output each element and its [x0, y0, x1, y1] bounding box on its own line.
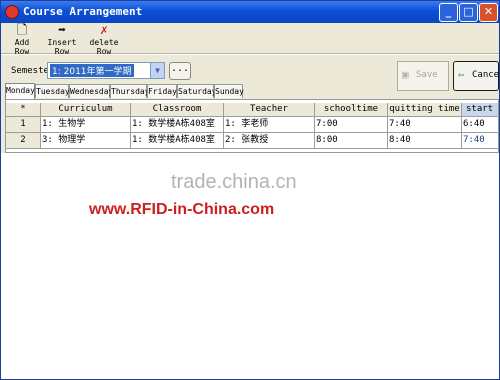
- table-cell[interactable]: 7:40: [462, 133, 498, 149]
- cell-text: 1: 生物学: [42, 119, 86, 129]
- schedule-grid[interactable]: * Curriculum Classroom Teacher schooltim…: [5, 99, 499, 153]
- insert-arrow-icon: ➡: [58, 23, 66, 38]
- cell-text: 7:00: [316, 119, 338, 129]
- column-header-schooltime[interactable]: schooltime: [315, 103, 388, 117]
- row-number[interactable]: 1: [6, 117, 41, 133]
- table-cell[interactable]: 1: 数学楼A栋408室: [131, 117, 224, 133]
- toolbar: 🗋 Add Row ➡ Insert Row ✗ delete Row: [1, 23, 499, 57]
- new-page-icon: 🗋: [16, 23, 28, 38]
- watermark-site: trade.china.cn: [171, 171, 297, 193]
- row-header-column: *: [6, 103, 41, 117]
- column-header-quitting-time[interactable]: quitting time: [388, 103, 462, 117]
- cancel-button[interactable]: ⇦ Cancel: [453, 61, 499, 91]
- table-cell[interactable]: 3: 物理学: [41, 133, 131, 149]
- table-cell[interactable]: 1: 生物学: [41, 117, 131, 133]
- save-button[interactable]: ▣ Save: [397, 61, 449, 91]
- cell-text: 2: 张教授: [225, 135, 269, 145]
- column-header-teacher[interactable]: Teacher: [224, 103, 315, 117]
- table-cell[interactable]: 1: 李老师: [224, 117, 315, 133]
- column-header-classroom[interactable]: Classroom: [131, 103, 224, 117]
- minimize-button[interactable]: _: [439, 3, 458, 22]
- toolbar-divider: [1, 54, 499, 55]
- delete-row-button[interactable]: ✗ delete Row: [84, 23, 124, 57]
- tab-friday[interactable]: Friday: [147, 84, 177, 98]
- tab-saturday[interactable]: Saturday: [177, 84, 217, 98]
- cell-text: 3: 物理学: [42, 135, 86, 145]
- cell-text: 1: 李老师: [225, 119, 269, 129]
- table-cell[interactable]: 8:40: [388, 133, 462, 149]
- window-title: Course Arrangement: [23, 5, 143, 18]
- semester-browse-button[interactable]: ...: [169, 62, 191, 80]
- title-bar[interactable]: Course Arrangement _ □ ✕: [1, 1, 499, 23]
- table-cell[interactable]: 8:00: [315, 133, 388, 149]
- table-cell[interactable]: 7:40: [388, 117, 462, 133]
- tab-wednesday[interactable]: Wednesday: [69, 84, 113, 98]
- tab-thursday[interactable]: Thursday: [110, 84, 150, 98]
- table-cell[interactable]: 7:00: [315, 117, 388, 133]
- tab-sunday[interactable]: Sunday: [214, 84, 244, 98]
- cancel-label: Cancel: [472, 70, 500, 80]
- table-cell[interactable]: 6:40: [462, 117, 498, 133]
- tab-tuesday[interactable]: Tuesday: [35, 84, 70, 98]
- table-cell[interactable]: 2: 张教授: [224, 133, 315, 149]
- insert-row-button[interactable]: ➡ Insert Row: [41, 23, 83, 57]
- cell-text: 6:40: [463, 119, 485, 129]
- add-row-button[interactable]: 🗋 Add Row: [7, 23, 37, 57]
- column-header-curriculum[interactable]: Curriculum: [41, 103, 131, 117]
- cell-text: 1: 数学楼A栋408室: [132, 135, 215, 145]
- cell-text: 8:00: [316, 135, 338, 145]
- cancel-exit-icon: ⇦: [458, 68, 465, 81]
- table-cell[interactable]: 1: 数学楼A栋408室: [131, 133, 224, 149]
- cell-text: 7:40: [389, 119, 411, 129]
- column-header-start[interactable]: start: [462, 103, 498, 117]
- save-label: Save: [416, 70, 438, 80]
- save-disk-icon: ▣: [402, 68, 409, 81]
- main-window: Course Arrangement _ □ ✕ 🗋 Add Row ➡ Ins…: [0, 0, 500, 380]
- maximize-button[interactable]: □: [459, 3, 478, 22]
- cell-text: 8:40: [389, 135, 411, 145]
- delete-x-icon: ✗: [100, 23, 108, 38]
- tab-monday[interactable]: Monday: [5, 83, 35, 99]
- chevron-down-icon[interactable]: ▼: [150, 63, 164, 78]
- app-icon: [5, 5, 19, 19]
- cell-text: 7:40: [463, 135, 485, 145]
- close-button[interactable]: ✕: [479, 3, 498, 22]
- watermark-brand: www.RFID-in-China.com: [89, 201, 275, 218]
- semester-select[interactable]: 1: 2011年第一学期 ▼: [47, 62, 165, 79]
- cell-text: 1: 数学楼A栋408室: [132, 119, 215, 129]
- row-number[interactable]: 2: [6, 133, 41, 149]
- semester-selected-value: 1: 2011年第一学期: [50, 64, 134, 77]
